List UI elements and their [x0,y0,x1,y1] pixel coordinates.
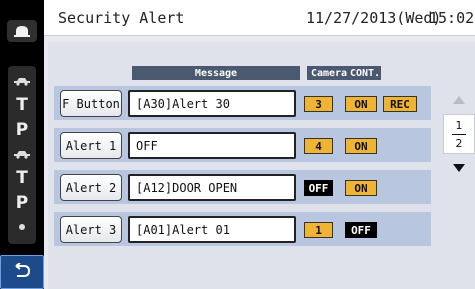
alert-row-1: Alert 1 OFF 4 ON [54,128,431,162]
camera-icon[interactable] [7,20,37,42]
alert-row-f-button: F Button [A30]Alert 30 3 ON REC [54,86,431,120]
dot-shape [19,223,25,230]
camera-badge[interactable]: 1 [304,222,333,238]
return-arrow-icon [15,263,31,277]
sidebar-item-t[interactable]: T [8,96,36,114]
car-shape [14,78,30,86]
car-shape [14,150,30,159]
time-display: 15:02 [429,9,475,27]
date-display: 11/27/2013(Wed) [306,9,442,27]
column-header-camera: Camera [307,66,351,80]
main-area: Security Alert 11/27/2013(Wed) 15:02 Mes… [44,0,475,289]
camera-badge[interactable]: OFF [304,180,333,196]
message-field[interactable]: [A12]DOOR OPEN [128,174,296,201]
page-title: Security Alert [58,9,185,27]
cont-badge[interactable]: OFF [345,222,377,238]
cont-badge[interactable]: ON [345,180,377,196]
camera-badge[interactable]: 3 [304,96,333,112]
alert-3-button[interactable]: Alert 3 [60,216,122,243]
current-page: 1 [455,118,463,132]
page-divider [452,133,466,135]
dot-icon[interactable] [8,218,36,236]
sidebar-item-t-2[interactable]: T [8,169,36,187]
sidebar-strip: T P T P [8,66,36,244]
cont-badge[interactable]: ON [345,96,377,112]
triangle-down-icon [453,164,465,172]
alert-1-button[interactable]: Alert 1 [60,132,122,159]
scroll-down-button[interactable] [443,154,475,182]
column-header-cont: CONT. [349,66,381,80]
rec-badge[interactable]: REC [383,96,417,112]
page-indicator: 1 2 [443,114,475,154]
car-icon[interactable] [8,145,36,163]
triangle-up-icon [453,96,465,104]
left-sidebar: T P T P [0,0,44,289]
message-field[interactable]: [A01]Alert 01 [128,216,296,243]
camera-shape [14,26,30,37]
scroll-up-button[interactable] [443,86,475,114]
cont-badge[interactable]: ON [345,138,377,154]
f-button[interactable]: F Button [60,90,122,117]
alert-panel: Message Camera CONT. F Button [A30]Alert… [48,42,475,289]
back-button[interactable] [0,255,44,289]
car-icon[interactable] [8,72,36,90]
message-field[interactable]: [A30]Alert 30 [128,90,296,117]
pagination-control: 1 2 [443,86,475,246]
total-pages: 2 [455,136,463,150]
alert-row-3: Alert 3 [A01]Alert 01 1 OFF [54,212,431,246]
sidebar-item-p[interactable]: P [8,121,36,139]
sidebar-item-p-2[interactable]: P [8,194,36,212]
camera-badge[interactable]: 4 [304,138,333,154]
alert-2-button[interactable]: Alert 2 [60,174,122,201]
column-header-message: Message [132,66,300,80]
message-field[interactable]: OFF [128,132,296,159]
alert-row-2: Alert 2 [A12]DOOR OPEN OFF ON [54,170,431,204]
title-bar: Security Alert 11/27/2013(Wed) 15:02 [44,0,475,36]
